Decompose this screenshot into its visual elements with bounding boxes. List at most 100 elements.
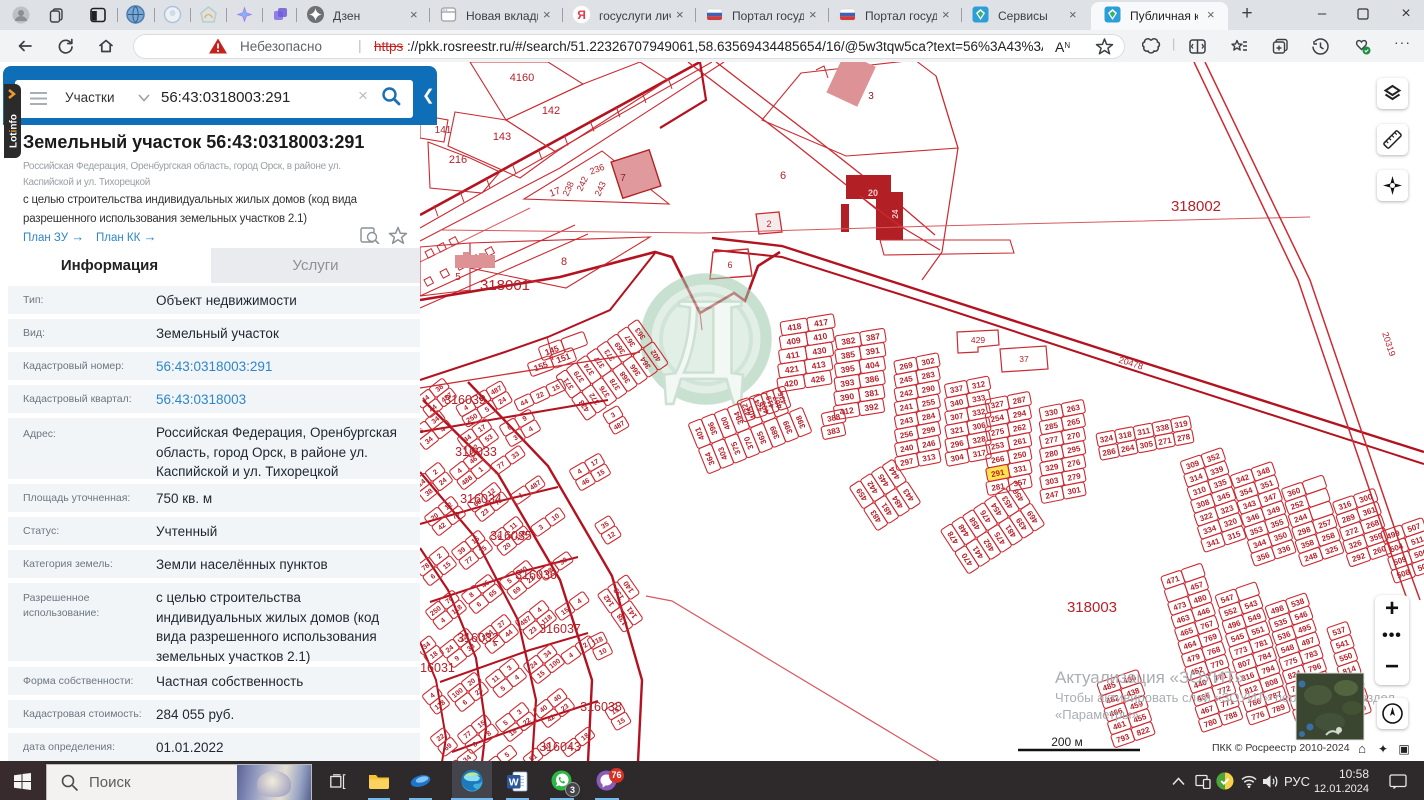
- svg-text:6: 6: [727, 260, 732, 270]
- svg-text:312: 312: [971, 379, 986, 390]
- svg-text:118: 118: [451, 604, 464, 617]
- svg-text:381: 381: [864, 387, 880, 399]
- svg-text:4: 4: [576, 598, 583, 606]
- svg-text:5: 5: [500, 685, 507, 693]
- svg-text:271: 271: [1158, 436, 1173, 447]
- svg-text:290: 290: [921, 383, 936, 394]
- svg-text:426: 426: [810, 373, 826, 385]
- svg-text:487: 487: [529, 479, 543, 491]
- svg-text:319: 319: [1174, 419, 1189, 430]
- svg-text:297: 297: [899, 456, 914, 467]
- svg-text:✦: ✦: [1378, 742, 1388, 756]
- svg-text:281: 281: [991, 481, 1006, 492]
- svg-text:316034: 316034: [460, 492, 502, 506]
- svg-text:386: 386: [864, 373, 880, 385]
- svg-text:421: 421: [784, 363, 800, 375]
- svg-text:317: 317: [972, 448, 987, 459]
- svg-text:W: W: [509, 776, 519, 788]
- svg-text:303: 303: [1044, 476, 1059, 487]
- svg-text:262: 262: [1012, 422, 1027, 433]
- svg-text:243: 243: [899, 415, 914, 426]
- svg-text:24: 24: [891, 209, 900, 218]
- svg-text:250: 250: [1012, 450, 1027, 461]
- svg-text:34: 34: [462, 754, 473, 761]
- svg-text:253: 253: [990, 440, 1005, 451]
- svg-text:296: 296: [950, 438, 965, 449]
- svg-text:263: 263: [1066, 403, 1081, 414]
- svg-text:245: 245: [899, 374, 914, 385]
- svg-text:242: 242: [899, 388, 914, 399]
- svg-text:246: 246: [921, 438, 936, 449]
- svg-text:313: 313: [922, 452, 937, 463]
- svg-text:395: 395: [840, 363, 856, 375]
- svg-text:«Параметры»: «Параметры»: [1055, 707, 1139, 722]
- svg-text:6: 6: [780, 170, 786, 182]
- svg-text:4: 4: [429, 692, 436, 700]
- svg-text:328: 328: [972, 434, 987, 445]
- svg-text:316039: 316039: [444, 393, 486, 407]
- svg-text:417: 417: [813, 317, 829, 329]
- svg-text:316038: 316038: [580, 700, 622, 714]
- svg-text:280: 280: [1044, 448, 1059, 459]
- svg-text:200 м: 200 м: [1051, 735, 1083, 749]
- svg-text:307: 307: [949, 411, 964, 422]
- svg-text:333: 333: [971, 393, 986, 404]
- svg-text:294: 294: [1012, 408, 1027, 419]
- svg-text:411: 411: [785, 349, 800, 361]
- svg-text:295: 295: [1066, 444, 1081, 455]
- svg-text:487: 487: [490, 385, 504, 397]
- svg-text:261: 261: [1012, 436, 1027, 447]
- svg-text:331: 331: [1013, 463, 1028, 474]
- svg-text:6: 6: [430, 573, 437, 581]
- svg-text:20: 20: [868, 188, 878, 198]
- svg-text:5: 5: [506, 577, 513, 585]
- svg-text:506: 506: [1413, 547, 1424, 560]
- svg-text:4: 4: [528, 426, 535, 434]
- svg-text:311: 311: [1137, 426, 1152, 437]
- svg-text:318002: 318002: [1171, 198, 1221, 215]
- svg-text:404: 404: [865, 359, 881, 371]
- svg-text:4: 4: [456, 467, 463, 475]
- svg-text:Д: Д: [663, 274, 744, 405]
- svg-text:5: 5: [502, 719, 509, 727]
- svg-text:6: 6: [462, 699, 469, 707]
- svg-text:9: 9: [522, 415, 529, 423]
- svg-text:318: 318: [1118, 430, 1133, 441]
- svg-text:216: 216: [449, 154, 467, 166]
- svg-text:316035: 316035: [490, 529, 532, 543]
- svg-text:5: 5: [455, 272, 461, 283]
- svg-text:316043: 316043: [539, 740, 581, 754]
- svg-text:444: 444: [887, 465, 902, 482]
- svg-text:306: 306: [972, 420, 987, 431]
- svg-text:392: 392: [864, 401, 880, 413]
- svg-text:270: 270: [1066, 430, 1081, 441]
- svg-text:385: 385: [840, 349, 856, 361]
- svg-text:390: 390: [839, 391, 855, 403]
- svg-text:279: 279: [1067, 471, 1082, 482]
- svg-text:255: 255: [921, 397, 936, 408]
- svg-text:140: 140: [621, 579, 636, 594]
- svg-text:511: 511: [1410, 534, 1424, 547]
- svg-text:443: 443: [901, 487, 916, 504]
- svg-text:240: 240: [899, 443, 914, 454]
- svg-text:3: 3: [538, 524, 545, 532]
- svg-text:387: 387: [865, 331, 881, 343]
- svg-text:3: 3: [506, 665, 513, 673]
- svg-text:4: 4: [440, 617, 447, 625]
- svg-text:3: 3: [610, 412, 617, 420]
- svg-text:2: 2: [766, 219, 771, 229]
- svg-text:316036: 316036: [515, 568, 557, 582]
- svg-text:ПКК © Росреестр 2010-2024: ПКК © Росреестр 2010-2024: [1212, 742, 1350, 754]
- svg-text:332: 332: [971, 407, 986, 418]
- svg-text:324: 324: [1099, 433, 1114, 444]
- svg-text:277: 277: [1044, 434, 1059, 445]
- svg-text:418: 418: [787, 321, 803, 333]
- svg-text:340: 340: [949, 397, 964, 408]
- svg-text:278: 278: [1176, 432, 1191, 443]
- svg-text:420: 420: [783, 377, 799, 389]
- svg-text:430: 430: [812, 345, 828, 357]
- svg-text:316032: 316032: [457, 631, 499, 645]
- svg-text:301: 301: [1067, 485, 1082, 496]
- svg-text:242: 242: [575, 175, 590, 193]
- svg-text:304: 304: [950, 452, 965, 463]
